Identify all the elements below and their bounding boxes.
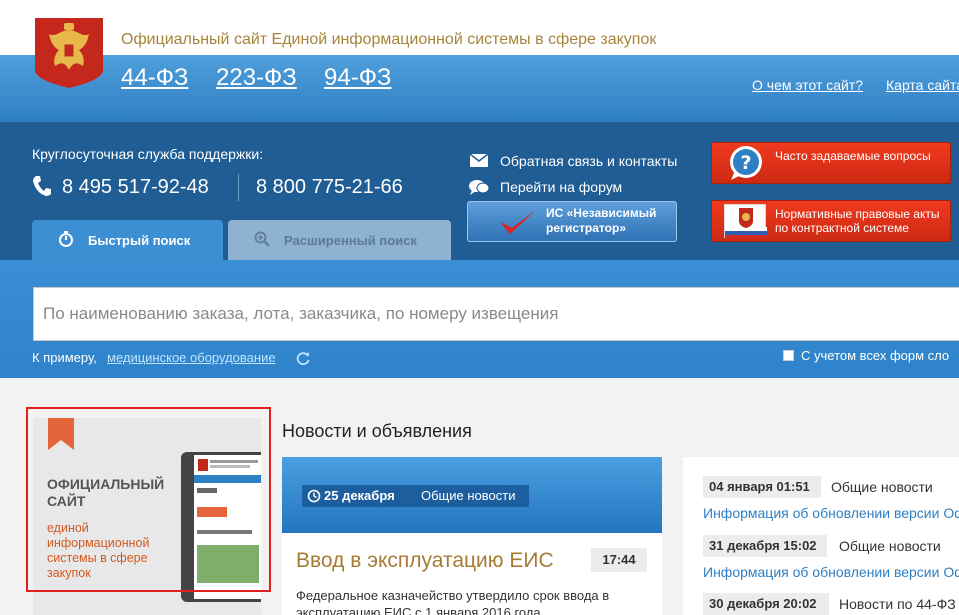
featured-news-title[interactable]: Ввод в эксплуатацию ЕИС	[296, 549, 554, 573]
zoom-in-icon	[254, 231, 270, 247]
news-item-link[interactable]: Информация об обновлении версии Оф	[703, 564, 959, 580]
about-link[interactable]: О чем этот сайт?	[752, 77, 863, 93]
legal-acts-label: Нормативные правовые акты по контрактной…	[775, 207, 940, 235]
tab-advanced-search[interactable]: Расширенный поиск	[228, 220, 451, 260]
banner-title: ОФИЦИАЛЬНЫЙ САЙТ	[47, 476, 165, 509]
law-44-link[interactable]: 44-ФЗ	[121, 64, 188, 92]
law-223-link[interactable]: 223-ФЗ	[216, 64, 297, 92]
sitemap-link[interactable]: Карта сайта	[886, 77, 959, 93]
page: Официальный сайт Единой информационной с…	[0, 0, 959, 615]
phone-icon	[33, 176, 51, 196]
stopwatch-icon	[59, 231, 73, 247]
tab-quick-search[interactable]: Быстрый поиск	[32, 220, 223, 260]
search-panel: К примеру, медицинское оборудование С уч…	[0, 260, 959, 378]
official-site-banner[interactable]: ОФИЦИАЛЬНЫЙ САЙТ единой информационной с…	[33, 418, 261, 615]
info-panel: Круглосуточная служба поддержки: 8 495 5…	[0, 123, 959, 260]
news-item-category: Общие новости	[839, 538, 941, 554]
support-label: Круглосуточная служба поддержки:	[32, 146, 264, 162]
news-heading: Новости и объявления	[282, 421, 472, 441]
faq-button[interactable]: ? Часто задаваемые вопросы	[711, 142, 951, 184]
top-bar: Официальный сайт Единой информационной с…	[0, 0, 959, 55]
news-list: 04 января 01:51 Общие новости Информация…	[683, 457, 959, 615]
registrator-label: ИС «Независимый регистратор»	[546, 206, 657, 235]
refresh-icon[interactable]	[296, 351, 310, 365]
featured-news-date: 25 декабря	[324, 488, 395, 503]
featured-news-category: Общие новости	[421, 488, 516, 503]
example-query-link[interactable]: медицинское оборудование	[107, 350, 276, 365]
phone-divider	[238, 174, 239, 201]
svg-text:?: ?	[740, 152, 751, 174]
news-item-date: 30 декабря 20:02	[703, 593, 829, 615]
news-item-category: Общие новости	[831, 479, 933, 495]
bookmark-icon	[48, 418, 74, 450]
faq-label: Часто задаваемые вопросы	[775, 149, 931, 163]
site-title: Официальный сайт Единой информационной с…	[121, 31, 657, 48]
all-forms-checkbox[interactable]	[783, 350, 794, 361]
featured-news-card[interactable]: 25 декабря Общие новости Ввод в эксплуат…	[282, 457, 662, 615]
checkmark-icon	[500, 210, 536, 234]
news-item-date: 04 января 01:51	[703, 476, 821, 498]
support-phone-1[interactable]: 8 495 517-92-48	[62, 176, 209, 199]
featured-news-meta: 25 декабря Общие новости	[302, 485, 529, 507]
support-phone-2[interactable]: 8 800 775-21-66	[256, 176, 403, 199]
tablet-screenshot-image	[181, 452, 261, 602]
coat-of-arms-flag-icon	[724, 204, 767, 239]
banner-subtitle: единой информационной системы в сфере за…	[47, 521, 150, 580]
legal-acts-button[interactable]: Нормативные правовые акты по контрактной…	[711, 200, 951, 242]
news-item-date: 31 декабря 15:02	[703, 535, 827, 557]
forum-icon	[469, 180, 490, 195]
tab-advanced-label: Расширенный поиск	[284, 233, 417, 248]
question-icon: ?	[730, 146, 762, 180]
featured-news-header: 25 декабря Общие новости	[282, 457, 662, 533]
header-bar: 44-ФЗ 223-ФЗ 94-ФЗ О чем этот сайт? Карт…	[0, 55, 959, 123]
feedback-link[interactable]: Обратная связь и контакты	[500, 153, 677, 169]
coat-of-arms-logo[interactable]	[35, 18, 103, 88]
example-label: К примеру,	[32, 350, 97, 365]
law-94-link[interactable]: 94-ФЗ	[324, 64, 391, 92]
clock-icon	[307, 489, 321, 503]
news-item-category: Новости по 44-ФЗ	[839, 596, 956, 612]
tab-quick-label: Быстрый поиск	[88, 233, 191, 248]
mail-icon	[470, 154, 488, 167]
news-item-link[interactable]: Информация об обновлении версии Оф	[703, 505, 959, 521]
featured-news-time: 17:44	[591, 548, 647, 572]
search-input[interactable]	[33, 287, 959, 341]
forum-link[interactable]: Перейти на форум	[500, 179, 622, 195]
featured-news-text: Федеральное казначейство утвердило срок …	[296, 588, 610, 615]
registrator-button[interactable]: ИС «Независимый регистратор»	[467, 201, 677, 242]
all-forms-label: С учетом всех форм сло	[801, 348, 950, 363]
